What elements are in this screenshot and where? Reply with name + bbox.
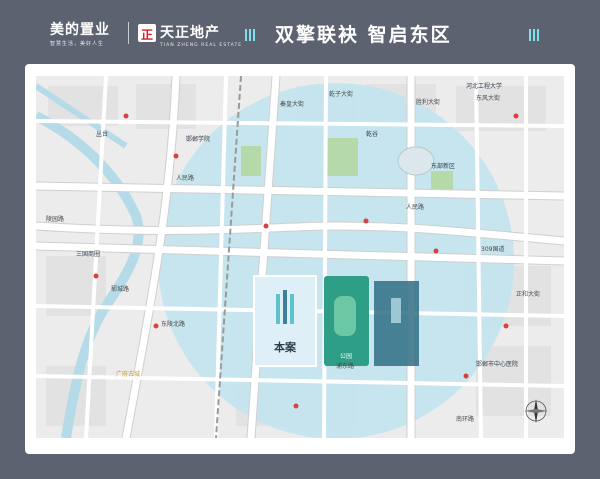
brand-meidi-name: 美的置业 — [50, 22, 110, 38]
place-label-qiangu: 乾谷 — [366, 130, 378, 138]
stadium-icon — [397, 146, 435, 176]
road-label-longyuan: 陵园路 — [46, 215, 64, 223]
page: 美的置业 智慧生活，美好人生 正 天正地产 TIAN ZHENG REAL ES… — [0, 0, 600, 479]
place-label-hospital: 邯郸市中心医院 — [476, 360, 518, 368]
road-label-dongling: 东陵北路 — [161, 320, 185, 328]
place-label-guangfu: 广府古城 — [116, 370, 140, 378]
place-label-congtai: 丛台 — [96, 130, 108, 138]
road-label-renmin: 人民路 — [176, 174, 194, 182]
map-svg: 本案 公园 人民路 人民路 309国道 陵园路 秦皇大街 乾子大街 胜利大街 东… — [36, 76, 564, 438]
brand-tianzheng-en: TIAN ZHENG REAL ESTATE — [160, 43, 243, 48]
road-label-pudong: 浦东路 — [336, 362, 354, 370]
tianzheng-logo-char: 正 — [141, 28, 154, 42]
road-label-qinhuang: 秦皇大街 — [280, 100, 304, 108]
road-label-renmin2: 人民路 — [406, 203, 424, 211]
project-label: 本案 — [274, 340, 297, 354]
road-label-zhenghe: 正和大街 — [516, 290, 540, 298]
project-logo-icon — [276, 290, 294, 324]
place-label-hebei-uni: 河北工程大学 — [466, 82, 502, 90]
road-label-g309: 309国道 — [481, 245, 504, 253]
brand-tianzheng-name: 天正地产 — [160, 25, 220, 41]
park-lake — [334, 296, 356, 336]
brand-meidi: 美的置业 智慧生活，美好人生 — [50, 19, 110, 47]
location-map: 本案 公园 人民路 人民路 309国道 陵园路 秦皇大街 乾子大街 胜利大街 东… — [36, 76, 564, 438]
road-label-qianzi: 乾子大街 — [329, 90, 353, 98]
commercial-block — [374, 281, 419, 366]
decor-bars-right-icon — [529, 26, 541, 45]
place-label-dongyuan: 东部新区 — [431, 162, 455, 170]
park-label: 公园 — [340, 353, 352, 360]
brand-meidi-slogan: 智慧生活，美好人生 — [50, 41, 105, 47]
road-label-nanhuan: 南环路 — [456, 415, 474, 423]
header-divider — [128, 22, 129, 44]
tianzheng-logo: 正 — [138, 24, 156, 42]
road-label-shengli: 胜利大街 — [416, 98, 440, 106]
road-label-yuncheng: 郓城路 — [111, 285, 129, 293]
place-label-sanguo: 三国商圈 — [76, 250, 100, 258]
place-label-school: 邯郸学院 — [186, 135, 210, 143]
road-label-dongfeng: 东风大街 — [476, 94, 500, 102]
header: 美的置业 智慧生活，美好人生 正 天正地产 TIAN ZHENG REAL ES… — [0, 0, 600, 64]
decor-bars-left-icon — [245, 26, 257, 45]
commercial-tower — [391, 298, 401, 323]
headline: 双擎联袂 智启东区 — [275, 24, 452, 46]
brand-tianzheng: 天正地产 TIAN ZHENG REAL ESTATE — [160, 22, 242, 48]
